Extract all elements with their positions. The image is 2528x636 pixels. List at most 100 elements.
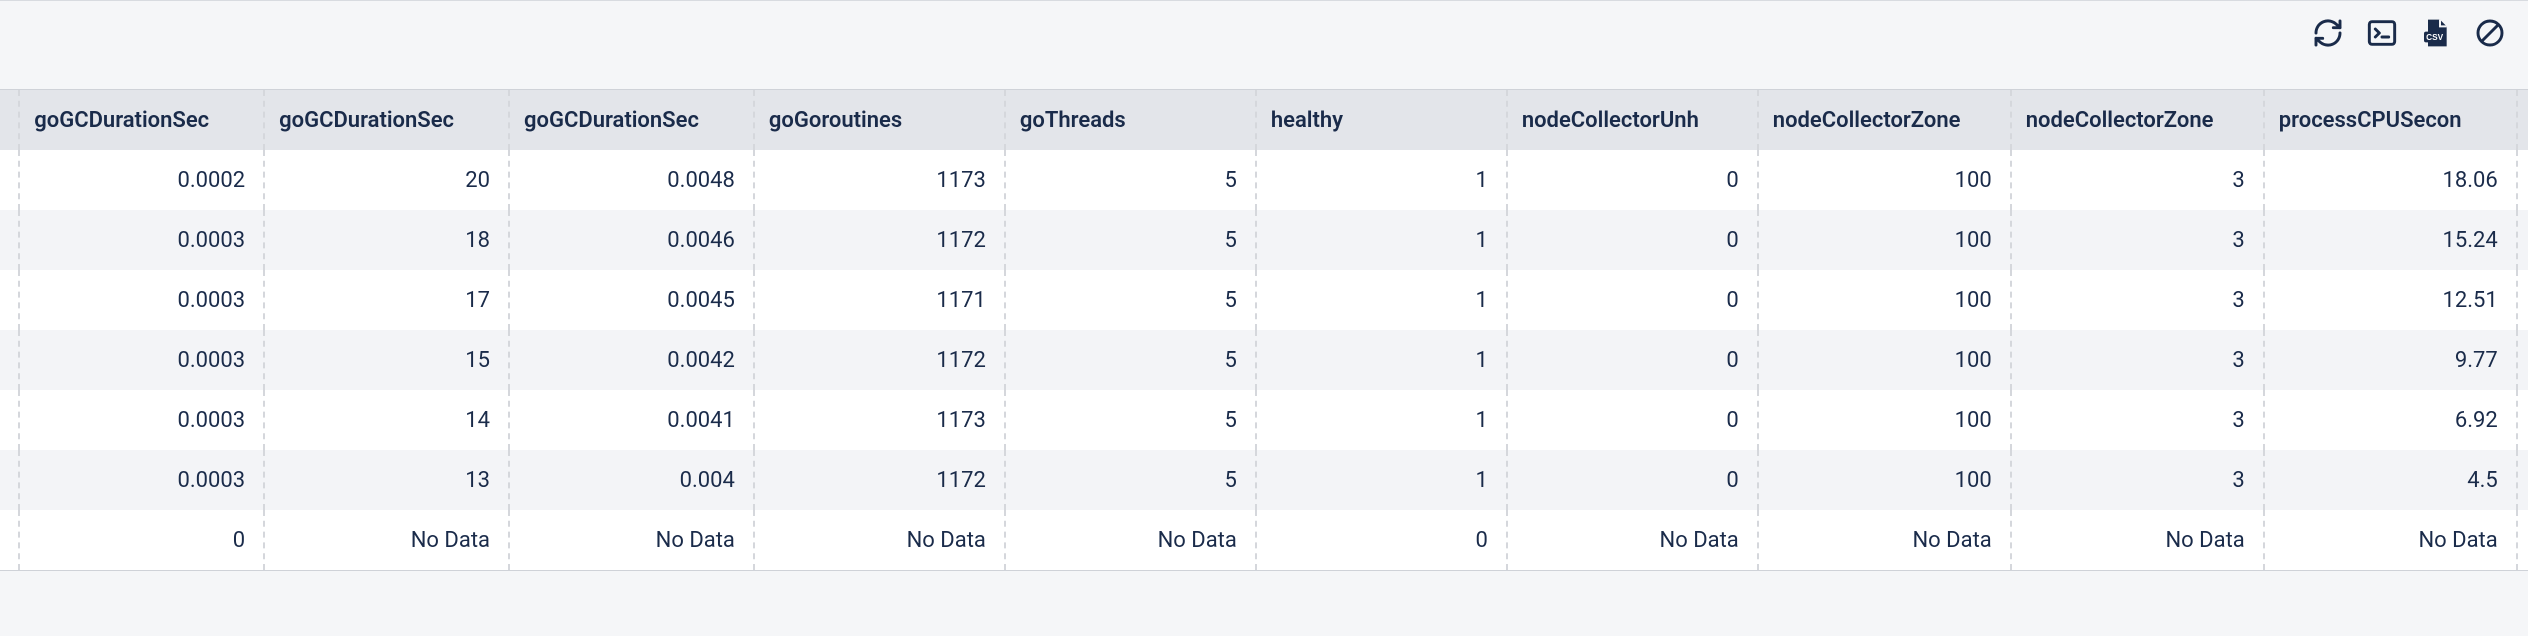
table-cell: 3 — [2012, 330, 2265, 390]
table-cell: 12.51 — [2265, 270, 2518, 330]
nodata-toggle-icon[interactable] — [2472, 15, 2508, 51]
panel-toolbar: CSV — [2310, 15, 2508, 51]
table-cell — [2518, 510, 2528, 570]
table-cell: 100 — [1759, 210, 2012, 270]
table-cell: 0.0003 — [20, 270, 265, 330]
table-cell: 5 — [1006, 270, 1257, 330]
column-header[interactable]: goGCDurationSec — [20, 90, 265, 150]
table-cell — [0, 330, 20, 390]
table-cell: 13 — [265, 450, 510, 510]
table-cell: No Data — [2265, 510, 2518, 570]
table-cell — [2518, 330, 2528, 390]
table-cell: 0 — [1508, 210, 1759, 270]
column-header[interactable]: goThreads — [1006, 90, 1257, 150]
table-cell — [2518, 450, 2528, 510]
table-cell: 1172 — [755, 210, 1006, 270]
table-cell: 17 — [265, 270, 510, 330]
column-header[interactable] — [0, 90, 20, 150]
table-cell: 0 — [1508, 390, 1759, 450]
table-cell: 5 — [1006, 390, 1257, 450]
metrics-table-wrap[interactable]: goGCDurationSec goGCDurationSec goGCDura… — [0, 89, 2528, 571]
table-cell: 0 — [1257, 510, 1508, 570]
table-cell: 0.0003 — [20, 210, 265, 270]
terminal-icon[interactable] — [2364, 15, 2400, 51]
table-cell: 6.92 — [2265, 390, 2518, 450]
table-cell: 100 — [1759, 330, 2012, 390]
table-cell: No Data — [1006, 510, 1257, 570]
table-cell: 0.0002 — [20, 150, 265, 210]
table-cell: 1173 — [755, 150, 1006, 210]
table-row[interactable]: 0.0003140.0041117351010036.92 — [0, 390, 2528, 450]
table-body: 0.0002200.00481173510100318.060.0003180.… — [0, 150, 2528, 570]
column-header[interactable]: goGCDurationSec — [510, 90, 755, 150]
column-header[interactable]: nodeCollectorZone — [2012, 90, 2265, 150]
table-cell: 0.0003 — [20, 450, 265, 510]
table-cell: 3 — [2012, 450, 2265, 510]
table-cell: 1 — [1257, 210, 1508, 270]
table-row[interactable]: 0.0003170.00451171510100312.51 — [0, 270, 2528, 330]
column-header[interactable]: healthy — [1257, 90, 1508, 150]
table-cell: 1 — [1257, 390, 1508, 450]
table-cell: 5 — [1006, 210, 1257, 270]
table-cell — [0, 510, 20, 570]
csv-export-icon[interactable]: CSV — [2418, 15, 2454, 51]
table-cell: 3 — [2012, 390, 2265, 450]
table-cell: No Data — [1508, 510, 1759, 570]
table-cell: No Data — [755, 510, 1006, 570]
table-row[interactable]: 0.0002200.00481173510100318.06 — [0, 150, 2528, 210]
column-header[interactable]: goGoroutines — [755, 90, 1006, 150]
table-cell: 1 — [1257, 450, 1508, 510]
table-cell — [0, 270, 20, 330]
table-cell: 0 — [1508, 450, 1759, 510]
column-header[interactable]: processCPUSecon — [2265, 90, 2518, 150]
table-cell — [0, 390, 20, 450]
table-cell: 0.0048 — [510, 150, 755, 210]
table-cell: 1173 — [755, 390, 1006, 450]
table-cell: No Data — [2012, 510, 2265, 570]
table-cell: 1171 — [755, 270, 1006, 330]
table-cell: 4.5 — [2265, 450, 2518, 510]
table-cell — [2518, 390, 2528, 450]
table-cell: 3 — [2012, 270, 2265, 330]
metrics-panel: CSV goGCDurationSec goGCDurationSec goGC… — [0, 0, 2528, 636]
table-cell: 0 — [1508, 270, 1759, 330]
table-cell: 15 — [265, 330, 510, 390]
table-cell — [0, 210, 20, 270]
table-cell: 100 — [1759, 450, 2012, 510]
table-cell: 0 — [1508, 150, 1759, 210]
column-header[interactable]: processM — [2518, 90, 2528, 150]
table-row[interactable]: 0No DataNo DataNo DataNo Data0No DataNo … — [0, 510, 2528, 570]
table-cell: 0 — [1508, 330, 1759, 390]
table-cell: 3 — [2012, 210, 2265, 270]
table-cell: 18 — [265, 210, 510, 270]
table-cell: No Data — [1759, 510, 2012, 570]
table-cell — [2518, 270, 2528, 330]
table-cell: 5 — [1006, 450, 1257, 510]
metrics-table: goGCDurationSec goGCDurationSec goGCDura… — [0, 90, 2528, 570]
table-cell: 100 — [1759, 390, 2012, 450]
table-cell: 100 — [1759, 150, 2012, 210]
table-cell: 0.0003 — [20, 330, 265, 390]
column-header[interactable]: nodeCollectorZone — [1759, 90, 2012, 150]
table-cell: 100 — [1759, 270, 2012, 330]
table-cell: 0.0046 — [510, 210, 755, 270]
table-cell: 5 — [1006, 150, 1257, 210]
refresh-icon[interactable] — [2310, 15, 2346, 51]
table-cell: 5 — [1006, 330, 1257, 390]
table-cell: 1172 — [755, 450, 1006, 510]
table-header: goGCDurationSec goGCDurationSec goGCDura… — [0, 90, 2528, 150]
table-cell — [0, 450, 20, 510]
table-cell: 0.0041 — [510, 390, 755, 450]
table-cell — [2518, 210, 2528, 270]
column-header[interactable]: goGCDurationSec — [265, 90, 510, 150]
table-cell: 1172 — [755, 330, 1006, 390]
table-row[interactable]: 0.0003150.0042117251010039.77 — [0, 330, 2528, 390]
table-row[interactable]: 0.0003130.004117251010034.5 — [0, 450, 2528, 510]
table-cell: No Data — [510, 510, 755, 570]
table-cell: 0.004 — [510, 450, 755, 510]
table-cell: 20 — [265, 150, 510, 210]
column-header[interactable]: nodeCollectorUnh — [1508, 90, 1759, 150]
table-cell — [2518, 150, 2528, 210]
table-cell: 15.24 — [2265, 210, 2518, 270]
table-row[interactable]: 0.0003180.00461172510100315.24 — [0, 210, 2528, 270]
